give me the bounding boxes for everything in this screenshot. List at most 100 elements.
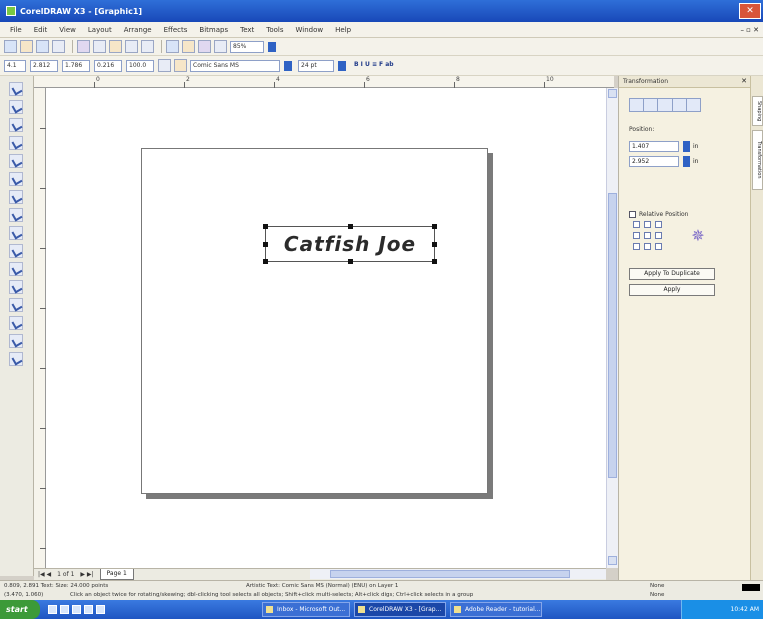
quicklaunch-icon[interactable] <box>48 605 57 614</box>
anchor-checkbox[interactable] <box>655 243 662 250</box>
start-button[interactable]: start <box>0 600 40 619</box>
menu-text[interactable]: Text <box>234 26 260 34</box>
menu-edit[interactable]: Edit <box>28 26 54 34</box>
color-swatch[interactable] <box>742 584 760 591</box>
outline-tool-icon[interactable] <box>9 316 23 330</box>
quicklaunch-icon[interactable] <box>96 605 105 614</box>
application-launcher-icon[interactable] <box>198 40 211 53</box>
copy-icon[interactable] <box>93 40 106 53</box>
anchor-checkbox[interactable] <box>633 221 640 228</box>
tab-transformation[interactable]: Transformation <box>752 130 763 190</box>
size-mode-icon[interactable] <box>673 99 687 111</box>
selection-handle[interactable] <box>348 224 353 229</box>
tab-shaping[interactable]: Shaping <box>752 96 763 126</box>
chevron-down-icon[interactable] <box>268 41 276 52</box>
cut-icon[interactable] <box>77 40 90 53</box>
position-y-field[interactable]: 2.812 <box>30 59 58 72</box>
scroll-up-button[interactable] <box>608 89 617 98</box>
ellipse-tool-icon[interactable] <box>9 208 23 222</box>
document-window-controls[interactable]: – ▫ ✕ <box>740 26 759 34</box>
chevron-down-icon[interactable] <box>284 60 292 71</box>
selection-handle[interactable] <box>432 242 437 247</box>
anchor-checkbox[interactable] <box>644 221 651 228</box>
scroll-thumb[interactable] <box>330 570 570 578</box>
quicklaunch-icon[interactable] <box>72 605 81 614</box>
polygon-tool-icon[interactable] <box>9 226 23 240</box>
vertical-scrollbar[interactable] <box>606 88 618 568</box>
menu-view[interactable]: View <box>53 26 82 34</box>
relative-position-checkbox[interactable] <box>629 211 636 218</box>
menu-arrange[interactable]: Arrange <box>118 26 158 34</box>
spinner-icon[interactable] <box>683 141 690 152</box>
zoom-level-field[interactable]: 85% <box>230 40 264 53</box>
new-icon[interactable] <box>4 40 17 53</box>
chevron-down-icon[interactable] <box>338 60 346 71</box>
pick-tool-icon[interactable] <box>9 82 23 96</box>
zoom-tool-icon[interactable] <box>9 136 23 150</box>
artistic-text-object[interactable]: Catfish Joe <box>263 224 437 264</box>
menu-help[interactable]: Help <box>329 26 357 34</box>
drawing-canvas[interactable]: Catfish Joe <box>46 88 606 568</box>
position-mode-icon[interactable] <box>630 99 645 111</box>
fill-tool-icon[interactable] <box>9 334 23 348</box>
scroll-down-button[interactable] <box>608 556 617 565</box>
undo-icon[interactable] <box>125 40 138 53</box>
font-list[interactable]: Comic Sans MS <box>190 59 280 72</box>
menu-layout[interactable]: Layout <box>82 26 118 34</box>
text-object-content[interactable]: Catfish Joe <box>265 226 435 262</box>
menu-file[interactable]: File <box>4 26 28 34</box>
taskbar-item-coreldraw[interactable]: CorelDRAW X3 - [Grap... <box>354 602 446 617</box>
export-icon[interactable] <box>182 40 195 53</box>
text-tool-icon[interactable] <box>9 262 23 276</box>
basic-shapes-tool-icon[interactable] <box>9 244 23 258</box>
horizontal-position-field[interactable]: 1.407 <box>629 141 679 152</box>
open-icon[interactable] <box>20 40 33 53</box>
taskbar-item-outlook[interactable]: Inbox - Microsoft Out... <box>262 602 350 617</box>
selection-handle[interactable] <box>263 242 268 247</box>
smart-fill-tool-icon[interactable] <box>9 172 23 186</box>
first-prev-page-button[interactable]: |◀ ◀ <box>38 571 51 578</box>
taskbar-item-reader[interactable]: Adobe Reader - tutorial... <box>450 602 542 617</box>
scroll-thumb[interactable] <box>608 193 617 478</box>
anchor-checkbox[interactable] <box>655 221 662 228</box>
skew-mode-icon[interactable] <box>687 99 700 111</box>
anchor-checkbox[interactable] <box>633 232 640 239</box>
quicklaunch-icon[interactable] <box>60 605 69 614</box>
mirror-icon[interactable] <box>174 59 187 72</box>
anchor-checkbox[interactable] <box>655 232 662 239</box>
vertical-position-field[interactable]: 2.952 <box>629 156 679 167</box>
horizontal-scrollbar[interactable] <box>310 569 606 579</box>
print-icon[interactable] <box>52 40 65 53</box>
text-formatting-buttons[interactable]: B I U ≡ F ab <box>352 60 422 72</box>
scale-mode-icon[interactable] <box>658 99 673 111</box>
position-x-field[interactable]: 4.1 <box>4 59 26 72</box>
close-button[interactable]: ✕ <box>739 3 761 19</box>
apply-button[interactable]: Apply <box>629 284 715 296</box>
import-icon[interactable] <box>166 40 179 53</box>
menu-bitmaps[interactable]: Bitmaps <box>193 26 234 34</box>
menu-window[interactable]: Window <box>290 26 330 34</box>
spinner-icon[interactable] <box>683 156 690 167</box>
eyedropper-tool-icon[interactable] <box>9 298 23 312</box>
rotate-mode-icon[interactable] <box>644 99 659 111</box>
lock-ratio-icon[interactable] <box>158 59 171 72</box>
quicklaunch-icon[interactable] <box>84 605 93 614</box>
next-last-page-button[interactable]: ▶ ▶| <box>80 571 93 578</box>
selection-handle[interactable] <box>348 259 353 264</box>
shape-tool-icon[interactable] <box>9 100 23 114</box>
selection-handle[interactable] <box>263 259 268 264</box>
close-icon[interactable]: ✕ <box>741 77 747 85</box>
page-tab[interactable]: Page 1 <box>99 569 134 580</box>
interactive-fill-tool-icon[interactable] <box>9 352 23 366</box>
anchor-checkbox[interactable] <box>633 243 640 250</box>
apply-to-duplicate-button[interactable]: Apply To Duplicate <box>629 268 715 280</box>
anchor-checkbox[interactable] <box>644 232 651 239</box>
drawing-page[interactable]: Catfish Joe <box>141 148 488 494</box>
save-icon[interactable] <box>36 40 49 53</box>
anchor-checkbox[interactable] <box>644 243 651 250</box>
selection-handle[interactable] <box>432 224 437 229</box>
corel-online-icon[interactable] <box>214 40 227 53</box>
font-size-field[interactable]: 24 pt <box>298 59 334 72</box>
scale-field[interactable]: 100.0 <box>126 59 154 72</box>
menu-tools[interactable]: Tools <box>260 26 289 34</box>
